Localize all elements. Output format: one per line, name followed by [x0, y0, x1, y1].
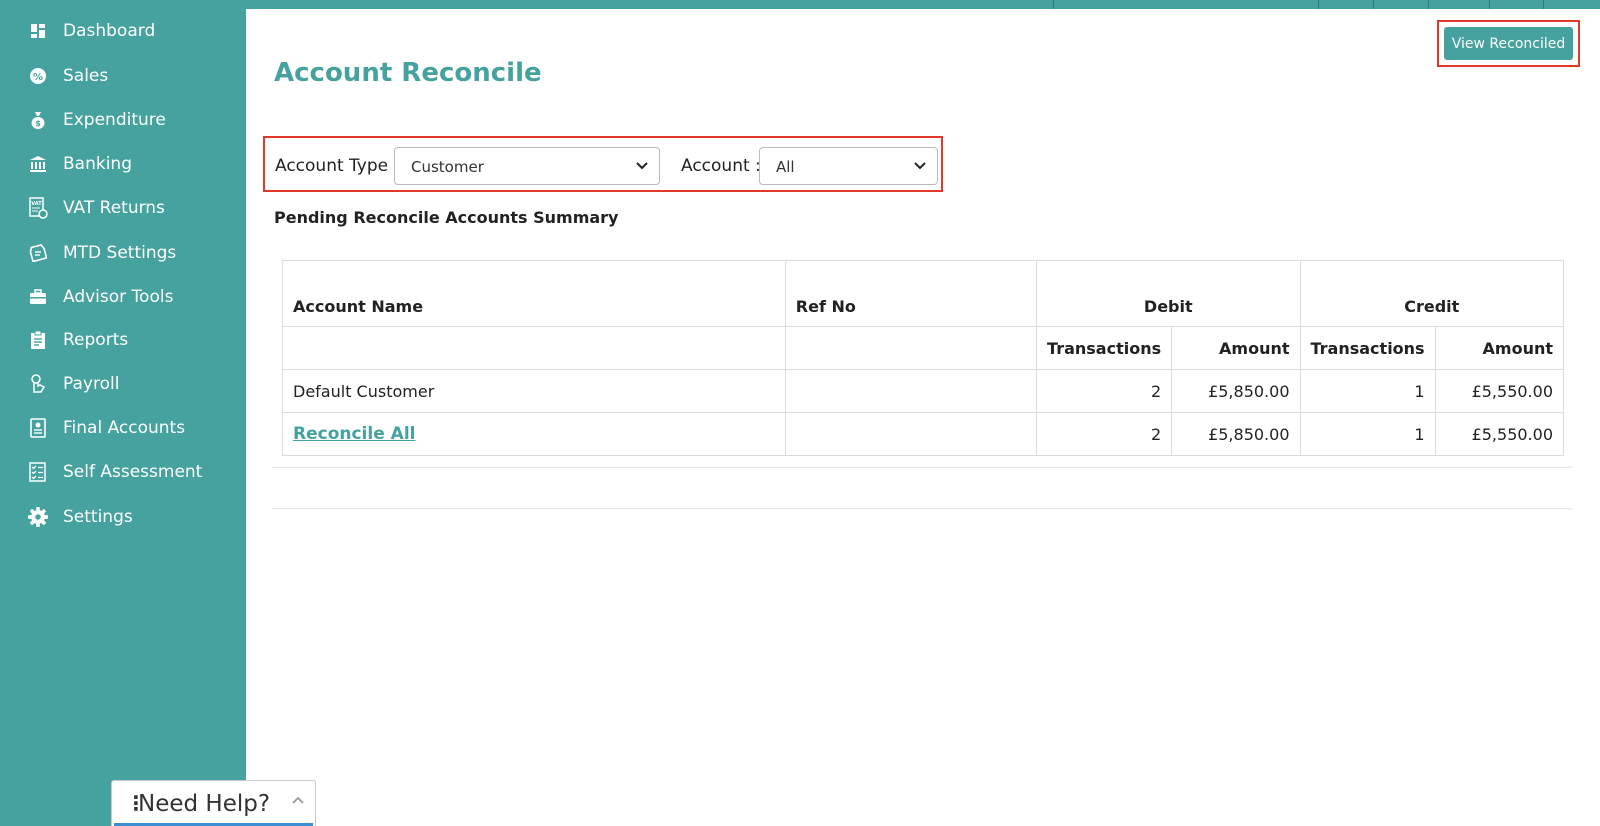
debit-transactions-cell: 2 — [1036, 412, 1173, 456]
table-row: Default Customer 2 £5,850.00 1 £5,550.00 — [282, 369, 1565, 413]
top-bar-divider — [1373, 0, 1374, 9]
svg-text:%: % — [33, 72, 43, 83]
final-accounts-icon — [28, 418, 48, 438]
sidebar-item-label: Advisor Tools — [63, 287, 174, 307]
sidebar-item-label: Reports — [63, 330, 129, 350]
top-bar-divider — [1489, 0, 1490, 9]
sidebar-item-reports[interactable]: Reports — [0, 320, 246, 360]
account-type-value: Customer — [411, 158, 484, 176]
sidebar: Dashboard % Sales $ Expenditure Banking … — [0, 0, 246, 826]
money-bag-icon: $ — [28, 110, 48, 130]
credit-transactions-cell: 1 — [1299, 369, 1436, 413]
dashboard-icon — [28, 21, 48, 41]
sidebar-item-label: Payroll — [63, 374, 120, 394]
reconcile-all-cell: Reconcile All — [282, 412, 786, 456]
account-type-select[interactable]: Customer — [394, 147, 660, 185]
top-bar-divider — [1318, 0, 1319, 9]
reconcile-all-link[interactable]: Reconcile All — [293, 424, 415, 444]
page-title: Account Reconcile — [274, 58, 542, 88]
account-label: Account : — [681, 156, 761, 176]
col-ref-no: Ref No — [784, 260, 1038, 327]
top-bar-divider — [1543, 0, 1544, 9]
sales-icon: % — [28, 66, 48, 86]
debit-amount-cell: £5,850.00 — [1171, 412, 1301, 456]
debit-amount-cell: £5,850.00 — [1171, 369, 1301, 413]
sidebar-item-vat-returns[interactable]: VAT VAT Returns — [0, 188, 246, 228]
sidebar-item-label: Banking — [63, 154, 132, 174]
reconcile-table: Account Name Ref No Debit Credit Transac… — [282, 260, 1565, 456]
credit-amount-cell: £5,550.00 — [1434, 412, 1565, 456]
sidebar-item-label: Final Accounts — [63, 418, 186, 438]
col-credit-transactions: Transactions — [1299, 326, 1436, 370]
col-debit-amount: Amount — [1171, 326, 1301, 370]
account-value: All — [776, 158, 795, 176]
credit-amount-cell: £5,550.00 — [1434, 369, 1565, 413]
sidebar-item-self-assessment[interactable]: Self Assessment — [0, 452, 246, 492]
summary-heading: Pending Reconcile Accounts Summary — [274, 208, 619, 227]
sidebar-item-expenditure[interactable]: $ Expenditure — [0, 100, 246, 140]
view-reconciled-highlight: View Reconciled — [1437, 20, 1580, 67]
sidebar-item-banking[interactable]: Banking — [0, 144, 246, 184]
debit-transactions-cell: 2 — [1036, 369, 1173, 413]
mtd-icon — [28, 243, 48, 263]
sidebar-item-mtd-settings[interactable]: MTD Settings — [0, 233, 246, 273]
chevron-down-icon — [913, 158, 927, 172]
sidebar-item-sales[interactable]: % Sales — [0, 56, 246, 96]
view-reconciled-button[interactable]: View Reconciled — [1444, 27, 1573, 60]
sidebar-item-settings[interactable]: Settings — [0, 497, 246, 537]
sidebar-item-dashboard[interactable]: Dashboard — [0, 11, 246, 51]
account-type-label: Account Type : — [275, 156, 400, 176]
sidebar-item-label: MTD Settings — [63, 243, 177, 263]
sidebar-item-label: Dashboard — [63, 21, 156, 41]
need-help-label: Need Help? — [138, 791, 271, 817]
divider — [272, 467, 1572, 468]
empty-cell — [784, 326, 1038, 370]
table-header-row: Account Name Ref No Debit Credit — [282, 260, 1564, 327]
account-name-cell: Default Customer — [282, 369, 786, 413]
payroll-icon — [28, 374, 48, 394]
empty-cell — [282, 326, 786, 370]
account-select[interactable]: All — [759, 147, 938, 185]
chevron-up-icon[interactable] — [291, 793, 305, 807]
col-credit: Credit — [1299, 260, 1564, 327]
col-account-name: Account Name — [282, 260, 786, 327]
sidebar-item-label: Expenditure — [63, 110, 166, 130]
chevron-down-icon — [635, 158, 649, 172]
sidebar-item-final-accounts[interactable]: Final Accounts — [0, 408, 246, 448]
checklist-icon — [28, 462, 48, 482]
need-help-widget[interactable]: ⋮ Need Help? — [111, 780, 316, 826]
col-debit: Debit — [1036, 260, 1301, 327]
gear-icon — [28, 507, 48, 527]
table-total-row: Reconcile All 2 £5,850.00 1 £5,550.00 — [282, 412, 1565, 456]
top-bar-divider — [1053, 0, 1054, 9]
sidebar-item-label: Sales — [63, 66, 109, 86]
ref-no-cell — [784, 412, 1038, 456]
sidebar-item-payroll[interactable]: Payroll — [0, 364, 246, 404]
bank-icon — [28, 154, 48, 174]
filter-bar: Account Type : Customer Account : All — [263, 136, 943, 192]
divider — [272, 508, 1572, 509]
svg-text:VAT: VAT — [31, 201, 42, 207]
top-bar-divider — [1428, 0, 1429, 9]
vat-icon: VAT — [28, 197, 48, 219]
sidebar-item-label: Self Assessment — [63, 462, 203, 482]
col-credit-amount: Amount — [1434, 326, 1565, 370]
sidebar-item-advisor-tools[interactable]: Advisor Tools — [0, 277, 246, 317]
ref-no-cell — [784, 369, 1038, 413]
col-debit-transactions: Transactions — [1036, 326, 1173, 370]
svg-text:$: $ — [35, 119, 41, 128]
briefcase-icon — [28, 287, 48, 307]
sidebar-item-label: Settings — [63, 507, 133, 527]
table-subheader-row: Transactions Amount Transactions Amount — [282, 326, 1565, 370]
sidebar-item-label: VAT Returns — [63, 198, 165, 218]
credit-transactions-cell: 1 — [1299, 412, 1436, 456]
report-icon — [28, 330, 48, 350]
